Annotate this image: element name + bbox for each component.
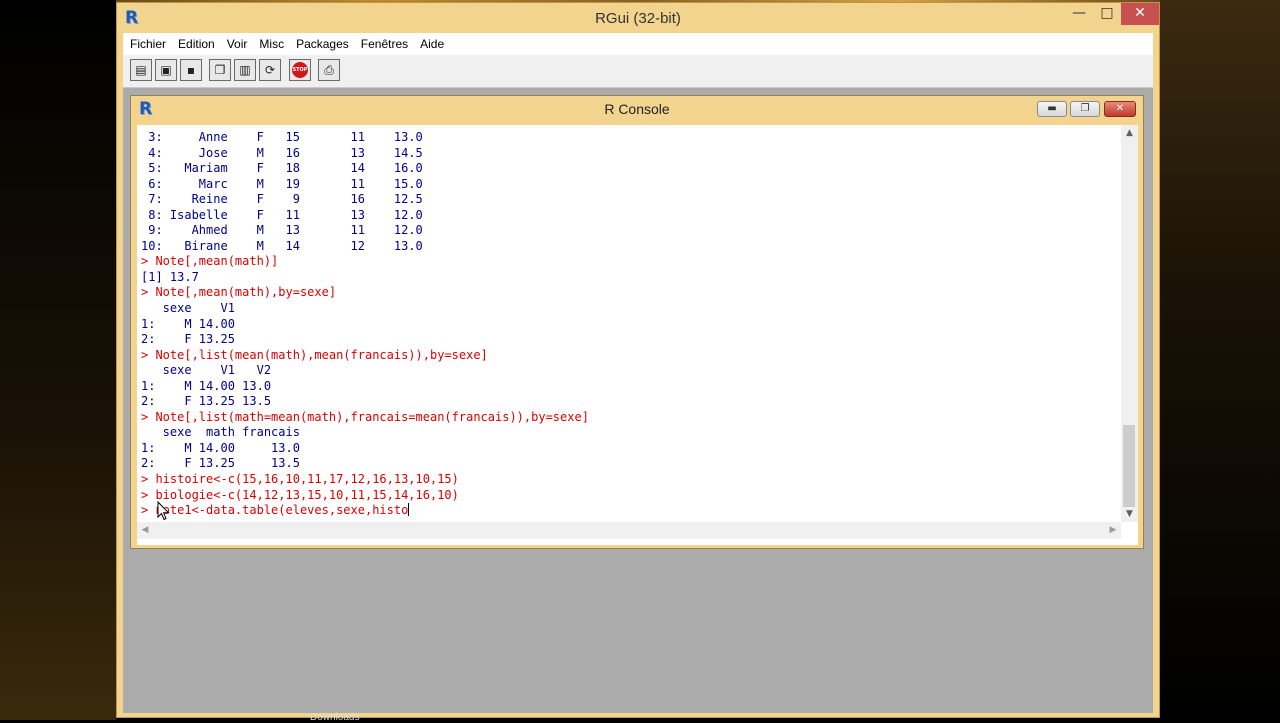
console-maximize-button[interactable]: ❐ [1070, 101, 1100, 117]
console-output-line: sexe math francais [141, 425, 300, 440]
console-output-line: 2: F 13.25 [141, 332, 235, 347]
console-command-line: > Note[,mean(math),by=sexe] [141, 285, 337, 300]
window-title: RGui (32-bit) [595, 10, 681, 27]
open-script-button[interactable]: ▤ [130, 59, 152, 81]
console-output-line: 3: Anne F 15 11 13.0 [141, 130, 423, 144]
floppy-icon: ▪ [186, 63, 196, 77]
console-output-line: 6: Marc M 19 11 15.0 [141, 176, 423, 191]
console-output-line: 2: F 13.25 13.5 [141, 394, 272, 409]
taskbar-hint: Downloads [310, 712, 360, 723]
save-workspace-button[interactable]: ▪ [180, 59, 202, 81]
copy-paste-button[interactable]: ⟳ [259, 59, 281, 81]
load-workspace-button[interactable]: ▣ [155, 59, 177, 81]
r-console-window: R R Console ▬ ❐ ✕ 3: Anne F 15 11 13.0 4… [130, 95, 1144, 549]
console-output-line: [1] 13.7 [141, 269, 199, 284]
refresh-icon: ⟳ [264, 63, 276, 77]
minimize-button[interactable]: — [1065, 3, 1093, 25]
console-titlebar[interactable]: R R Console ▬ ❐ ✕ [131, 96, 1143, 122]
copy-button[interactable]: ❐ [209, 59, 231, 81]
copy-icon: ❐ [214, 63, 226, 77]
text-caret [408, 503, 410, 517]
console-output-line: 5: Mariam F 18 14 16.0 [141, 161, 423, 176]
menu-fenetres[interactable]: Fenêtres [356, 33, 413, 55]
scroll-down-arrow-icon[interactable]: ▼ [1121, 506, 1138, 522]
console-output[interactable]: 3: Anne F 15 11 13.0 4: Jose M 16 13 14.… [141, 130, 1117, 518]
paste-button[interactable]: ▥ [234, 59, 256, 81]
close-button[interactable]: ✕ [1121, 3, 1159, 25]
console-minimize-button[interactable]: ▬ [1037, 101, 1067, 117]
load-icon: ▣ [160, 63, 172, 77]
console-output-line: 10: Birane M 14 12 13.0 [141, 238, 423, 253]
console-output-line: 4: Jose M 16 13 14.5 [141, 145, 423, 160]
console-output-line: 1: M 14.00 [141, 316, 235, 331]
console-output-line: sexe V1 V2 [141, 363, 272, 378]
stop-icon: STOP [292, 62, 308, 78]
rgui-titlebar[interactable]: R RGui (32-bit) — □ ✕ [117, 3, 1159, 33]
console-output-line: 9: Ahmed M 13 11 12.0 [141, 223, 423, 238]
console-command-line: > Note[,mean(math)] [141, 254, 279, 269]
console-input-text: > note1<-data.table(eleves,sexe,histo [141, 503, 409, 518]
console-output-line: 8: Isabelle F 11 13 12.0 [141, 207, 423, 222]
horizontal-scrollbar[interactable]: ◀ ▶ [137, 522, 1121, 539]
desktop-wallpaper-left [0, 0, 116, 720]
scroll-right-arrow-icon[interactable]: ▶ [1105, 522, 1121, 539]
menu-aide[interactable]: Aide [415, 33, 449, 55]
menu-misc[interactable]: Misc [254, 33, 289, 55]
console-body[interactable]: 3: Anne F 15 11 13.0 4: Jose M 16 13 14.… [137, 125, 1138, 545]
console-command-line: > Note[,list(mean(math),mean(francais)),… [141, 347, 488, 362]
console-output-line: 7: Reine F 9 16 12.5 [141, 192, 423, 207]
scroll-up-arrow-icon[interactable]: ▲ [1121, 125, 1138, 141]
menu-packages[interactable]: Packages [291, 33, 354, 55]
mdi-workspace: R R Console ▬ ❐ ✕ 3: Anne F 15 11 13.0 4… [123, 88, 1153, 713]
console-output-line: sexe V1 [141, 301, 235, 316]
console-output-line: 2: F 13.25 13.5 [141, 456, 300, 471]
menu-bar: Fichier Edition Voir Misc Packages Fenêtres Ai… [123, 33, 1153, 55]
maximize-button[interactable]: □ [1093, 3, 1121, 25]
console-close-button[interactable]: ✕ [1104, 101, 1136, 117]
printer-icon: ⎙ [324, 63, 334, 77]
console-command-line: > Note[,list(math=mean(math),francais=me… [141, 409, 589, 424]
menu-voir[interactable]: Voir [222, 33, 253, 55]
console-output-line: 1: M 14.00 13.0 [141, 378, 272, 393]
scroll-left-arrow-icon[interactable]: ◀ [137, 522, 153, 539]
folder-open-icon: ▤ [135, 63, 147, 77]
console-title: R Console [604, 101, 670, 117]
console-command-line: > histoire<-c(15,16,10,11,17,12,16,13,10… [141, 472, 459, 487]
vertical-scrollbar[interactable]: ▲ ▼ [1121, 125, 1138, 522]
toolbar: ▤ ▣ ▪ ❐ ▥ ⟳ STOP ⎙ [123, 55, 1153, 88]
stop-button[interactable]: STOP [289, 59, 311, 81]
console-command-line: > biologie<-c(14,12,13,15,10,11,15,14,16… [141, 487, 459, 502]
desktop-wallpaper-right [1160, 0, 1280, 720]
console-input-line[interactable]: > note1<-data.table(eleves,sexe,histo [141, 503, 1117, 518]
console-output-line: 1: M 14.00 13.0 [141, 440, 300, 455]
menu-fichier[interactable]: Fichier [125, 33, 171, 55]
mouse-pointer-icon [157, 501, 170, 521]
clipboard-icon: ▥ [239, 63, 251, 77]
print-button[interactable]: ⎙ [318, 59, 340, 81]
vertical-scroll-thumb[interactable] [1123, 425, 1135, 507]
menu-edition[interactable]: Edition [173, 33, 220, 55]
rgui-window: R RGui (32-bit) — □ ✕ Fichier Edition Voir… [116, 2, 1160, 718]
